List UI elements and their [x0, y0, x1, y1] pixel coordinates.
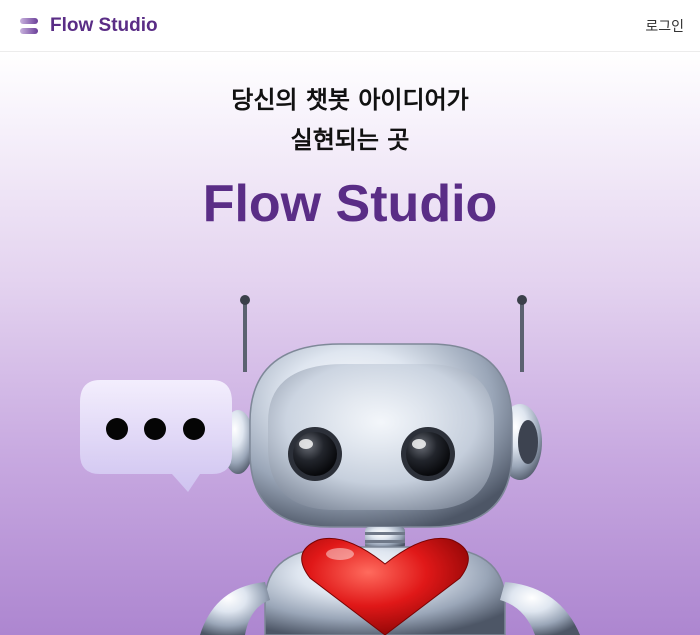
left-eye — [288, 427, 342, 481]
left-antenna — [240, 295, 250, 372]
right-arm — [500, 582, 580, 635]
speech-bubble-icon — [80, 380, 232, 492]
brand-name: Flow Studio — [50, 14, 158, 36]
hero-section: 당신의 챗봇 아이디어가 실현되는 곳 Flow Studio — [0, 52, 700, 635]
hero-title: Flow Studio — [202, 175, 498, 233]
headline-line-1: 당신의 챗봇 아이디어가 — [231, 86, 469, 114]
robot-illustration — [80, 295, 580, 635]
hero-headline: 당신의 챗봇 아이디어가 실현되는 곳 — [0, 80, 700, 160]
right-antenna — [517, 295, 527, 372]
headline-line-2: 실현되는 곳 — [290, 126, 410, 154]
right-eye — [401, 427, 455, 481]
top-navbar: Flow Studio 로그인 — [0, 0, 700, 52]
login-link[interactable]: 로그인 — [645, 16, 684, 36]
robot-neck — [365, 527, 405, 549]
flow-logo-icon — [20, 17, 38, 34]
left-arm — [200, 582, 270, 635]
brand[interactable]: Flow Studio — [18, 15, 158, 37]
